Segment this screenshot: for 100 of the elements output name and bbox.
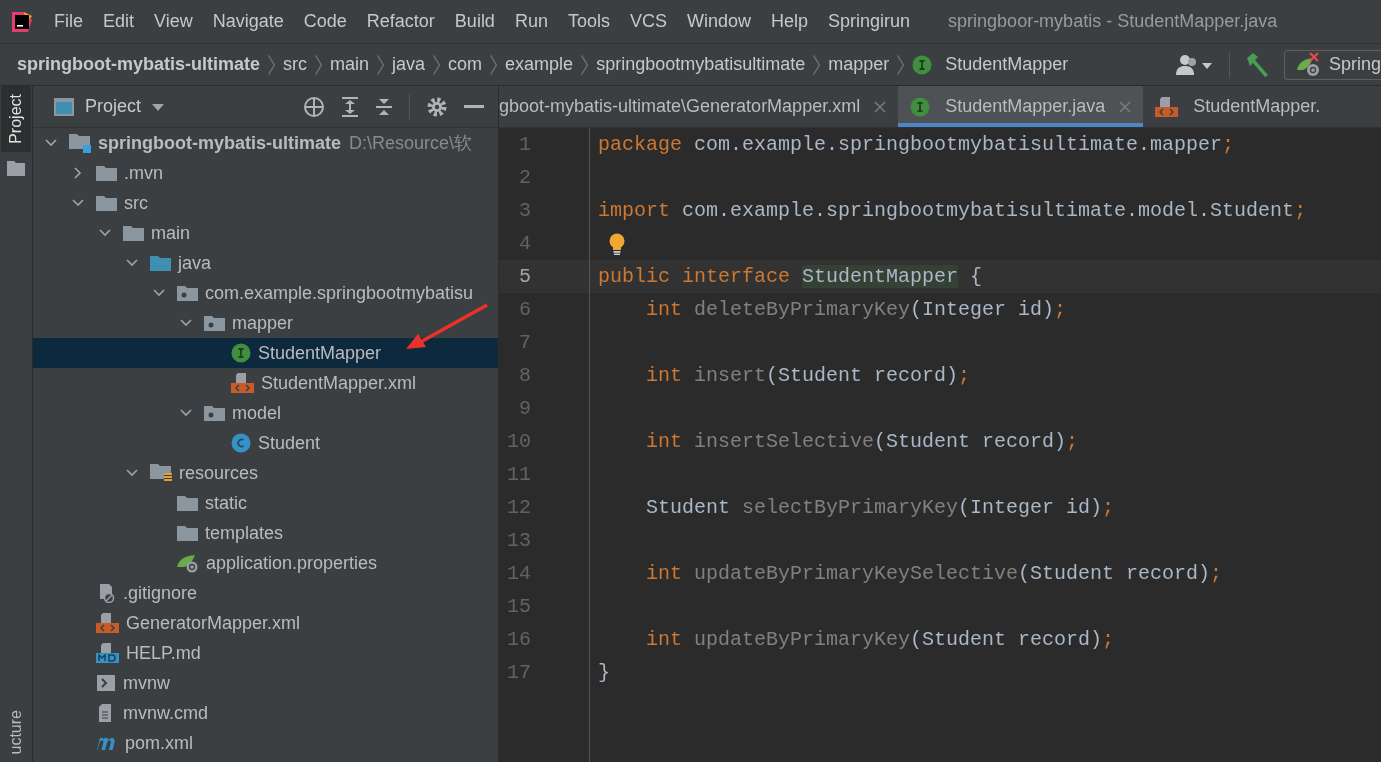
- line-number: 11: [506, 463, 531, 486]
- tree-item[interactable]: application.properties: [33, 548, 498, 578]
- xml-file-icon: [231, 373, 254, 393]
- line-number: 16: [506, 628, 531, 651]
- breadcrumb-item[interactable]: java: [392, 54, 426, 75]
- interface-icon: [231, 343, 251, 363]
- breadcrumb-item[interactable]: springboot-mybatis-ultimate: [17, 54, 260, 75]
- folder-icon[interactable]: [7, 159, 25, 176]
- menu-item[interactable]: View: [154, 11, 193, 32]
- tool-window-tab[interactable]: Project: [1, 86, 31, 152]
- breadcrumb-item[interactable]: src: [283, 54, 307, 75]
- breadcrumb-separator-icon: [897, 54, 905, 75]
- menu-item[interactable]: Edit: [103, 11, 135, 32]
- breadcrumb-separator-icon: [268, 54, 275, 75]
- class-icon: [231, 433, 251, 453]
- tree-item[interactable]: mvnw.cmd: [33, 698, 498, 728]
- breadcrumb-item[interactable]: main: [330, 54, 370, 75]
- tree-item[interactable]: static: [33, 488, 498, 518]
- panel-title[interactable]: Project: [85, 96, 142, 117]
- tree-item[interactable]: GeneratorMapper.xml: [33, 608, 498, 638]
- menu-item[interactable]: Springirun: [828, 11, 911, 32]
- breadcrumb-item[interactable]: example: [505, 54, 574, 75]
- breadcrumb-separator-icon: [377, 54, 385, 75]
- tree-item[interactable]: .gitignore: [33, 578, 498, 608]
- line-number: 12: [506, 496, 531, 519]
- tree-item[interactable]: src: [33, 188, 498, 218]
- menu-item[interactable]: Help: [771, 11, 809, 32]
- line-number: 13: [506, 529, 531, 552]
- line-number: 14: [506, 562, 531, 585]
- code-line: int updateByPrimaryKey(Student record);: [645, 628, 1115, 651]
- editor-tab[interactable]: StudentMapper.: [1143, 86, 1333, 127]
- terminal-file-icon: [96, 674, 116, 692]
- line-number: 6: [518, 298, 531, 321]
- tree-item[interactable]: StudentMapper.xml: [33, 368, 498, 398]
- line-number: 9: [518, 397, 531, 420]
- tree-item[interactable]: Student: [33, 428, 498, 458]
- menu-item[interactable]: Refactor: [366, 11, 435, 32]
- tree-item[interactable]: mapper: [33, 308, 498, 338]
- editor-tab[interactable]: gboot-mybatis-ultimate\GeneratorMapper.xml: [499, 86, 899, 127]
- breadcrumb-item[interactable]: StudentMapper: [912, 54, 1069, 75]
- interface-icon: [912, 54, 933, 75]
- interface-icon: [910, 96, 931, 117]
- line-number: 3: [518, 199, 531, 222]
- run-configuration-button[interactable]: Spring: [1283, 49, 1381, 80]
- menu-item[interactable]: Tools: [567, 11, 610, 32]
- tree-item[interactable]: .mvn: [33, 158, 498, 188]
- code-line: public interface StudentMapper {: [598, 265, 983, 288]
- line-number: 2: [518, 166, 531, 189]
- project-path: D:\Resource\软: [349, 132, 473, 155]
- tree-item[interactable]: com.example.springbootmybatisu: [33, 278, 498, 308]
- xml-file-icon: [96, 613, 119, 633]
- code-line: Student selectByPrimaryKey(Integer id);: [645, 496, 1115, 519]
- settings-icon[interactable]: [426, 95, 448, 118]
- menu-item[interactable]: Window: [686, 11, 751, 32]
- tree-item[interactable]: resources: [33, 458, 498, 488]
- breadcrumb-item[interactable]: com: [448, 54, 483, 75]
- package-folder-icon: [177, 284, 198, 302]
- tree-item[interactable]: StudentMapper: [33, 338, 498, 368]
- tree-item[interactable]: main: [33, 218, 498, 248]
- breadcrumb-item[interactable]: springbootmybatisultimate: [596, 54, 806, 75]
- menu-item[interactable]: Build: [454, 11, 495, 32]
- minimize-icon[interactable]: [464, 104, 484, 109]
- tree-item[interactable]: pom.xml: [33, 728, 498, 758]
- tree-item[interactable]: java: [33, 248, 498, 278]
- folder-icon: [123, 224, 144, 242]
- users-dropdown-icon[interactable]: [1174, 53, 1215, 76]
- window-icon: [53, 96, 75, 117]
- tree-item[interactable]: HELP.md: [33, 638, 498, 668]
- menu-item[interactable]: Navigate: [212, 11, 284, 32]
- folder-icon: [177, 494, 198, 512]
- window-title: springboor-mybatis - StudentMapper.java: [948, 11, 1278, 32]
- folder-icon: [150, 254, 171, 272]
- tree-item[interactable]: mvnw: [33, 668, 498, 698]
- tree-item[interactable]: model: [33, 398, 498, 428]
- menu-item[interactable]: File: [54, 11, 83, 32]
- spring-leaf-icon: [177, 553, 199, 573]
- expand-all-icon[interactable]: [341, 95, 359, 118]
- folder-icon: [177, 524, 198, 542]
- app-logo-icon: [10, 9, 34, 34]
- menu-item[interactable]: Code: [303, 11, 347, 32]
- tool-window-tab[interactable]: ucture: [1, 701, 31, 762]
- markdown-file-icon: [96, 643, 119, 663]
- breadcrumb-item[interactable]: mapper: [828, 54, 890, 75]
- tree-item[interactable]: springboot-mybatis-ultimate D:\Resource\软: [33, 128, 498, 158]
- line-number: 7: [518, 331, 531, 354]
- module-folder-icon: [69, 133, 91, 153]
- locate-icon[interactable]: [303, 95, 325, 118]
- breadcrumb-separator-icon: [315, 54, 322, 75]
- lightbulb-icon[interactable]: [608, 232, 626, 255]
- menu-item[interactable]: Run: [514, 11, 548, 32]
- code-line: int insertSelective(Student record);: [645, 430, 1079, 453]
- line-number: 5: [518, 265, 531, 288]
- code-line: package com.example.springbootmybatisultimate.mapper;: [598, 133, 1235, 156]
- close-icon[interactable]: [874, 100, 887, 113]
- menu-item[interactable]: VCS: [629, 11, 667, 32]
- dropdown-caret-icon[interactable]: [151, 101, 166, 112]
- tree-item[interactable]: templates: [33, 518, 498, 548]
- editor-tab[interactable]: StudentMapper.java: [898, 86, 1144, 127]
- code-line: int deleteByPrimaryKey(Integer id);: [645, 298, 1067, 321]
- resources-folder-icon: [150, 463, 172, 483]
